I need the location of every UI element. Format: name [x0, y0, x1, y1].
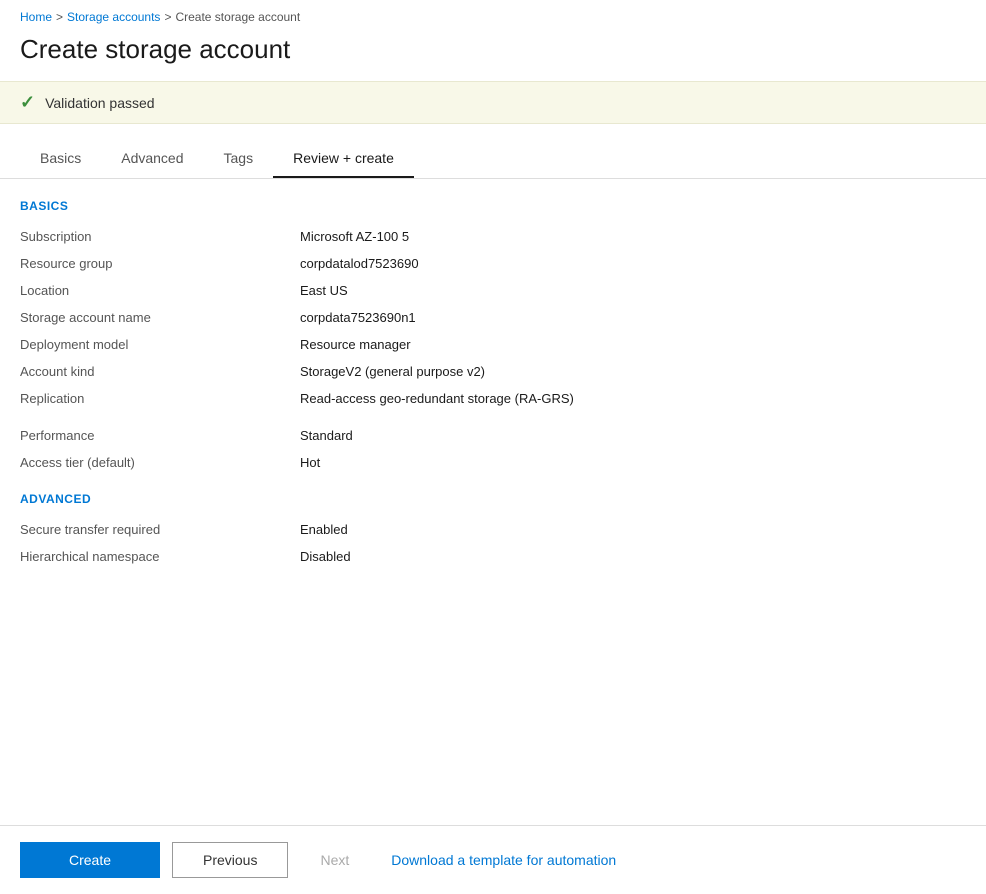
label-hierarchical-namespace: Hierarchical namespace	[20, 549, 300, 564]
row-storage-account-name: Storage account name corpdata7523690n1	[20, 304, 966, 331]
value-hierarchical-namespace: Disabled	[300, 549, 966, 564]
value-secure-transfer: Enabled	[300, 522, 966, 537]
tab-advanced[interactable]: Advanced	[101, 140, 203, 178]
spacer-1	[20, 412, 966, 422]
create-button[interactable]: Create	[20, 842, 160, 878]
breadcrumb-current: Create storage account	[175, 10, 300, 24]
validation-text: Validation passed	[45, 95, 154, 111]
validation-banner: ✓ Validation passed	[0, 81, 986, 124]
footer: Create Previous Next Download a template…	[0, 825, 986, 894]
label-performance: Performance	[20, 428, 300, 443]
row-deployment-model: Deployment model Resource manager	[20, 331, 966, 358]
breadcrumb-sep1: >	[56, 10, 63, 24]
value-storage-account-name: corpdata7523690n1	[300, 310, 966, 325]
section-header-advanced: ADVANCED	[20, 492, 966, 506]
value-resource-group: corpdatalod7523690	[300, 256, 966, 271]
tab-tags[interactable]: Tags	[204, 140, 274, 178]
label-storage-account-name: Storage account name	[20, 310, 300, 325]
download-template-link[interactable]: Download a template for automation	[391, 852, 616, 868]
label-secure-transfer: Secure transfer required	[20, 522, 300, 537]
value-location: East US	[300, 283, 966, 298]
value-access-tier: Hot	[300, 455, 966, 470]
previous-button[interactable]: Previous	[172, 842, 288, 878]
value-subscription: Microsoft AZ-100 5	[300, 229, 966, 244]
row-secure-transfer: Secure transfer required Enabled	[20, 516, 966, 543]
row-access-tier: Access tier (default) Hot	[20, 449, 966, 476]
row-subscription: Subscription Microsoft AZ-100 5	[20, 223, 966, 250]
page-title: Create storage account	[0, 30, 986, 81]
label-subscription: Subscription	[20, 229, 300, 244]
row-account-kind: Account kind StorageV2 (general purpose …	[20, 358, 966, 385]
value-performance: Standard	[300, 428, 966, 443]
row-location: Location East US	[20, 277, 966, 304]
label-account-kind: Account kind	[20, 364, 300, 379]
breadcrumb-home[interactable]: Home	[20, 10, 52, 24]
breadcrumb-storage-accounts[interactable]: Storage accounts	[67, 10, 160, 24]
row-resource-group: Resource group corpdatalod7523690	[20, 250, 966, 277]
value-replication: Read-access geo-redundant storage (RA-GR…	[300, 391, 966, 406]
row-performance: Performance Standard	[20, 422, 966, 449]
label-location: Location	[20, 283, 300, 298]
value-account-kind: StorageV2 (general purpose v2)	[300, 364, 966, 379]
tab-basics[interactable]: Basics	[20, 140, 101, 178]
row-replication: Replication Read-access geo-redundant st…	[20, 385, 966, 412]
value-deployment-model: Resource manager	[300, 337, 966, 352]
breadcrumb: Home > Storage accounts > Create storage…	[0, 0, 986, 30]
tab-review-create[interactable]: Review + create	[273, 140, 414, 178]
next-button: Next	[300, 843, 369, 877]
row-hierarchical-namespace: Hierarchical namespace Disabled	[20, 543, 966, 570]
label-deployment-model: Deployment model	[20, 337, 300, 352]
label-access-tier: Access tier (default)	[20, 455, 300, 470]
breadcrumb-sep2: >	[164, 10, 171, 24]
content-area: BASICS Subscription Microsoft AZ-100 5 R…	[0, 199, 986, 570]
tabs-container: Basics Advanced Tags Review + create	[0, 140, 986, 179]
section-header-basics: BASICS	[20, 199, 966, 213]
label-replication: Replication	[20, 391, 300, 406]
label-resource-group: Resource group	[20, 256, 300, 271]
checkmark-icon: ✓	[20, 92, 35, 113]
